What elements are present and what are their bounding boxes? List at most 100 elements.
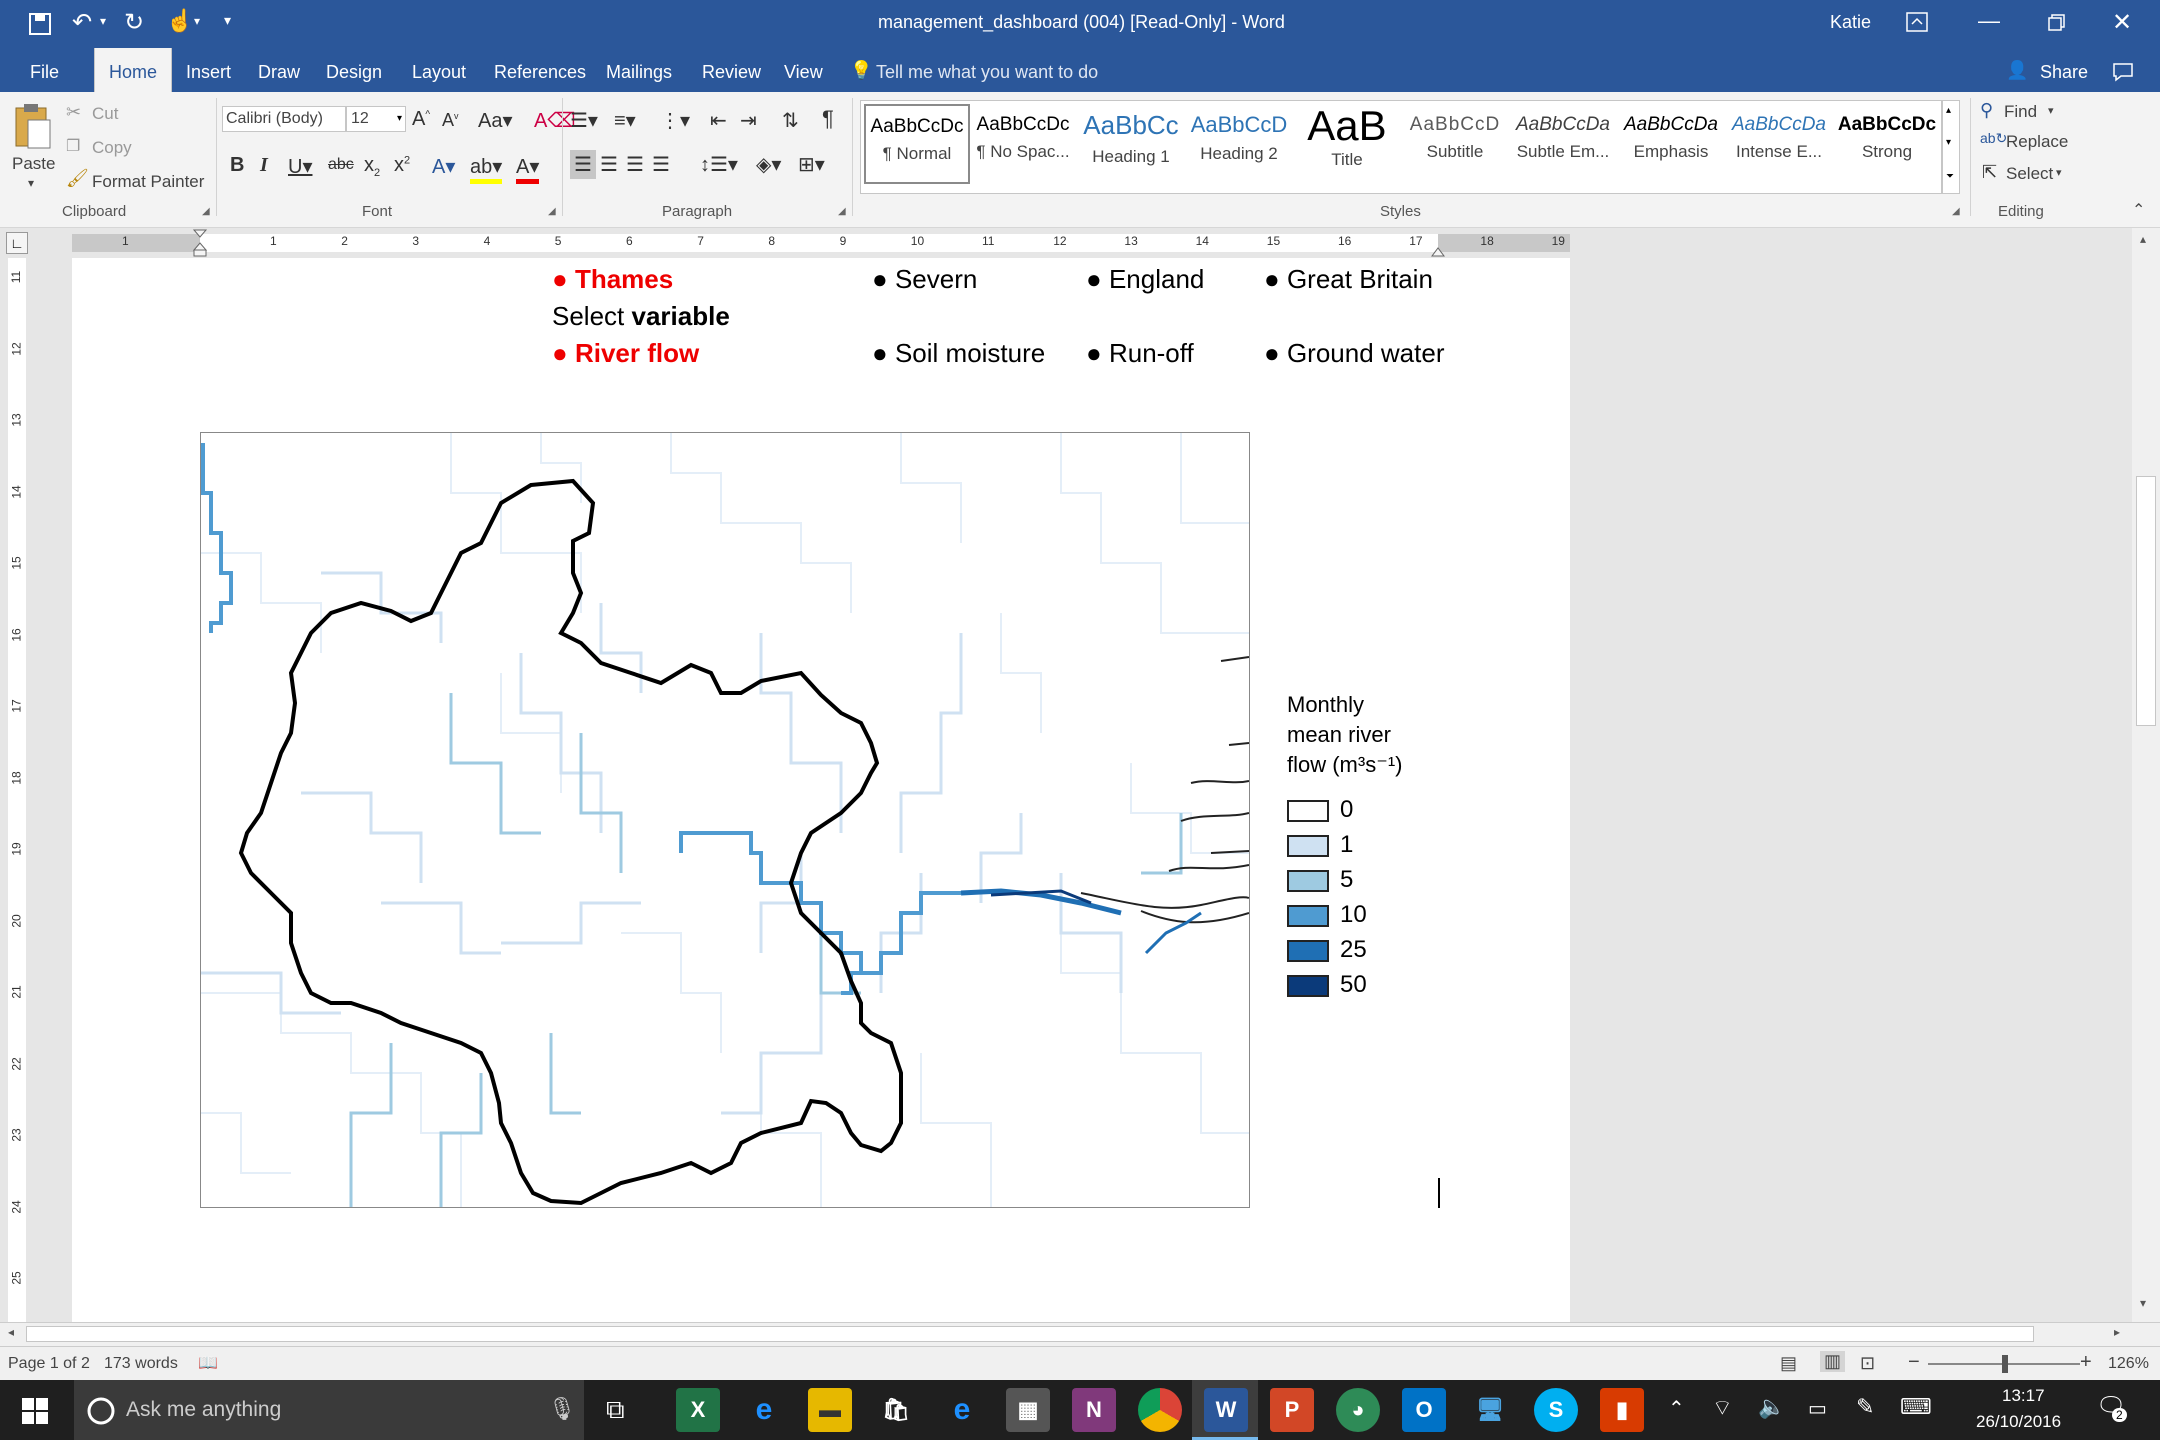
align-right-icon[interactable]: ☰	[626, 152, 644, 177]
edge-icon[interactable]: e	[742, 1388, 786, 1432]
onenote-icon[interactable]: N	[1072, 1388, 1116, 1432]
chrome-icon[interactable]	[1138, 1388, 1182, 1432]
paste-dropdown-icon[interactable]: ▾	[28, 176, 34, 190]
tab-insert[interactable]: Insert	[172, 48, 245, 92]
save-icon[interactable]	[28, 12, 52, 36]
clock-date[interactable]: 26/10/2016	[1976, 1412, 2061, 1432]
tell-me-box[interactable]: Tell me what you want to do	[876, 62, 1098, 83]
microphone-icon[interactable]: 🎙	[548, 1396, 576, 1422]
scroll-thumb[interactable]	[2136, 476, 2156, 726]
font-color-icon[interactable]: A▾	[516, 154, 540, 184]
style-heading-1[interactable]: AaBbCc Heading 1	[1078, 104, 1184, 184]
tab-references[interactable]: References	[480, 48, 600, 92]
clock-time[interactable]: 13:17	[2002, 1386, 2045, 1406]
justify-icon[interactable]: ☰	[652, 152, 670, 177]
proofing-icon[interactable]: 📖	[198, 1353, 218, 1373]
tab-review[interactable]: Review	[688, 48, 775, 92]
bullets-icon[interactable]: ☰▾	[570, 108, 598, 133]
replace-button[interactable]: Replace	[2006, 132, 2068, 152]
styles-launcher-icon[interactable]: ◢	[1952, 206, 1960, 217]
calculator-icon[interactable]: ▦	[1006, 1388, 1050, 1432]
horizontal-ruler[interactable]: ∟ 1 1 2 3 4 5 6 7 8 9 10 11 12 13 14 15 16 17 18 19	[0, 228, 2160, 258]
word-icon[interactable]: W	[1204, 1388, 1248, 1432]
collapse-ribbon-icon[interactable]: ⌃	[2132, 200, 2145, 220]
tab-mailings[interactable]: Mailings	[592, 48, 686, 92]
undo-icon[interactable]: ↶	[72, 8, 92, 37]
zoom-slider-thumb[interactable]	[2002, 1355, 2008, 1373]
undo-dropdown-icon[interactable]: ▾	[100, 14, 106, 28]
style-no-spacing[interactable]: AaBbCcDc ¶ No Spac...	[970, 104, 1076, 184]
numbering-icon[interactable]: ≡▾	[614, 108, 636, 133]
align-center-icon[interactable]: ☰	[600, 152, 618, 177]
option-run-off[interactable]: ● Run-off	[1086, 338, 1194, 369]
style-normal[interactable]: AaBbCcDc ¶ Normal	[864, 104, 970, 184]
scroll-up-icon[interactable]: ▴	[2140, 232, 2146, 246]
horizontal-scrollbar[interactable]: ◂ ▸	[0, 1322, 2160, 1346]
find-dropdown-icon[interactable]: ▾	[2048, 104, 2054, 117]
scroll-left-icon[interactable]: ◂	[8, 1325, 14, 1339]
style-intense-emphasis[interactable]: AaBbCcDa Intense E...	[1726, 104, 1832, 184]
globe-icon[interactable]: ◕	[1336, 1388, 1380, 1432]
style-emphasis[interactable]: AaBbCcDa Emphasis	[1618, 104, 1724, 184]
ribbon-display-icon[interactable]	[1906, 12, 1928, 32]
tab-home[interactable]: Home	[94, 48, 173, 92]
zoom-in-icon[interactable]: +	[2080, 1351, 2092, 1374]
underline-icon[interactable]: U▾	[288, 154, 312, 179]
multilevel-list-icon[interactable]: ⋮▾	[660, 108, 690, 133]
option-thames[interactable]: ● Thames	[552, 264, 673, 295]
minimize-icon[interactable]: —	[1978, 8, 2000, 34]
wifi-icon[interactable]: ⌔	[1712, 1394, 1733, 1422]
text-effects-icon[interactable]: A▾	[432, 154, 455, 179]
powerpoint-icon[interactable]: P	[1270, 1388, 1314, 1432]
style-subtle-emphasis[interactable]: AaBbCcDa Subtle Em...	[1510, 104, 1616, 184]
cut-button[interactable]: Cut	[92, 104, 118, 124]
close-icon[interactable]: ✕	[2112, 8, 2132, 37]
style-heading-2[interactable]: AaBbCcD Heading 2	[1186, 104, 1292, 184]
option-soil-moisture[interactable]: ● Soil moisture	[872, 338, 1045, 369]
clipboard-launcher-icon[interactable]: ◢	[202, 206, 210, 217]
restore-icon[interactable]	[2048, 14, 2066, 32]
style-subtitle[interactable]: AaBbCcD Subtitle	[1402, 104, 1508, 184]
chevron-down-icon[interactable]: ▾	[1946, 137, 1951, 148]
user-name[interactable]: Katie	[1830, 12, 1871, 33]
outlook-icon[interactable]: O	[1402, 1388, 1446, 1432]
windows-start-icon[interactable]	[22, 1398, 48, 1424]
italic-icon[interactable]: I	[260, 154, 268, 177]
increase-indent-icon[interactable]: ⇥	[740, 108, 757, 133]
option-severn[interactable]: ● Severn	[872, 264, 977, 295]
customize-qat-icon[interactable]: ▾	[224, 12, 231, 29]
tab-selector[interactable]: ∟	[6, 232, 28, 254]
file-explorer-icon[interactable]: ▬	[808, 1388, 852, 1432]
store-icon[interactable]: 🛍	[874, 1388, 918, 1432]
shading-icon[interactable]: ◈▾	[756, 152, 781, 177]
keyboard-icon[interactable]: ⌨	[1900, 1394, 1932, 1420]
task-view-icon[interactable]: ⧉	[606, 1394, 625, 1426]
tab-draw[interactable]: Draw	[244, 48, 314, 92]
sort-icon[interactable]: ⇅	[782, 108, 799, 133]
align-left-icon[interactable]: ☰	[570, 150, 596, 179]
tab-view[interactable]: View	[770, 48, 837, 92]
chevron-up-icon[interactable]: ▴	[1946, 105, 1951, 116]
font-launcher-icon[interactable]: ◢	[548, 206, 556, 217]
highlight-icon[interactable]: ab▾	[470, 154, 503, 184]
option-great-britain[interactable]: ● Great Britain	[1264, 264, 1433, 295]
tab-layout[interactable]: Layout	[398, 48, 480, 92]
chevron-up-icon[interactable]: ⌃	[1668, 1396, 1685, 1421]
touch-dropdown-icon[interactable]: ▾	[194, 14, 200, 28]
copy-button[interactable]: Copy	[92, 138, 132, 158]
share-button[interactable]: Share	[2040, 62, 2088, 83]
more-styles-icon[interactable]: ⏷	[1946, 171, 1954, 182]
decrease-indent-icon[interactable]: ⇤	[710, 108, 727, 133]
scroll-right-icon[interactable]: ▸	[2114, 1325, 2120, 1339]
paste-icon[interactable]	[12, 102, 52, 150]
select-button[interactable]: Select	[2006, 164, 2053, 184]
volume-icon[interactable]: 🔈	[1758, 1394, 1785, 1420]
skype-icon[interactable]: S	[1534, 1388, 1578, 1432]
redo-icon[interactable]: ↻	[124, 8, 144, 37]
grow-font-icon[interactable]: A^	[412, 108, 430, 131]
tab-design[interactable]: Design	[312, 48, 396, 92]
style-strong[interactable]: AaBbCcDc Strong	[1834, 104, 1940, 184]
hscroll-thumb[interactable]	[26, 1326, 2034, 1342]
word-count[interactable]: 173 words	[104, 1355, 178, 1373]
paragraph-launcher-icon[interactable]: ◢	[838, 206, 846, 217]
